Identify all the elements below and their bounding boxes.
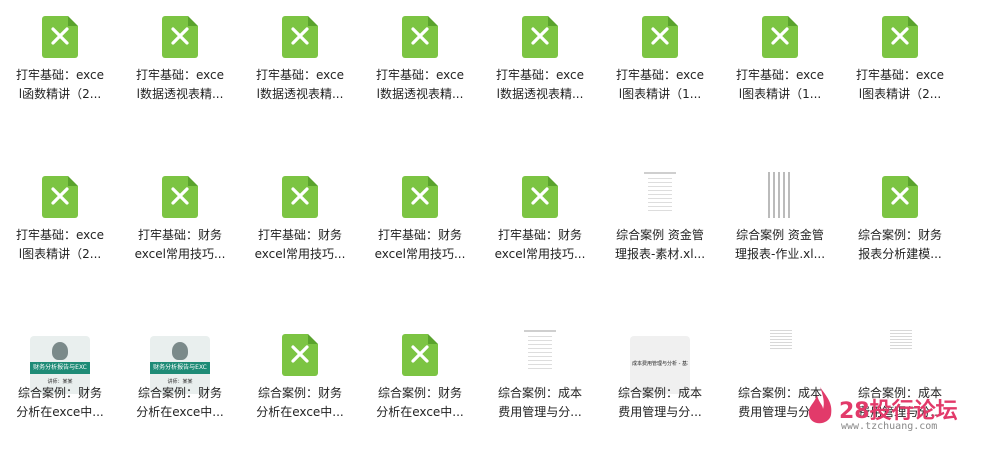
- excel-file-icon: [150, 12, 210, 72]
- file-name-label: 打牢基础：exce l数据透视表精...: [375, 68, 465, 101]
- excel-file-icon: [270, 12, 330, 72]
- file-item[interactable]: 打牢基础：exce l数据透视表精...: [120, 0, 240, 150]
- file-item[interactable]: 打牢基础：财务 excel常用技巧...: [480, 160, 600, 310]
- file-item[interactable]: 打牢基础：exce l数据透视表精...: [360, 0, 480, 150]
- file-item[interactable]: 打牢基础：exce l数据透视表精...: [240, 0, 360, 150]
- file-item[interactable]: 成本费用管理与分析 - 基本利综合案例：成本 费用管理与分...: [600, 318, 720, 468]
- file-name-label: 综合案例：财务 分析在exce中...: [256, 386, 344, 419]
- spreadsheet-thumbnail-icon: [510, 330, 570, 390]
- file-name-label: 打牢基础：exce l图表精讲（2...: [15, 228, 105, 261]
- report-cover-thumbnail: 财务分析报告与EXC 讲师：某某: [150, 330, 210, 394]
- file-name-label: 打牢基础：exce l图表精讲（1...: [615, 68, 705, 101]
- document-thumbnail-icon: [870, 330, 930, 390]
- file-item[interactable]: 综合案例：财务 分析在exce中...: [240, 318, 360, 468]
- file-item[interactable]: 打牢基础：exce l图表精讲（2...: [840, 0, 960, 150]
- excel-file-icon: [870, 12, 930, 72]
- spreadsheet-thumbnail-icon: [630, 172, 690, 232]
- file-item[interactable]: 打牢基础：exce l图表精讲（2...: [0, 160, 120, 310]
- document-thumbnail-icon: [750, 330, 810, 390]
- spreadsheet-thumbnail-icon: [750, 172, 810, 232]
- file-item[interactable]: 打牢基础：财务 excel常用技巧...: [240, 160, 360, 310]
- file-item[interactable]: 打牢基础：exce l图表精讲（1...: [720, 0, 840, 150]
- report-cover-thumbnail: 财务分析报告与EXC 讲师：某某: [30, 330, 90, 394]
- file-item[interactable]: 财务分析报告与EXC 讲师：某某 综合案例：财务 分析在exce中...: [120, 318, 240, 468]
- file-name-label: 打牢基础：exce l图表精讲（2...: [855, 68, 945, 101]
- file-name-label: 打牢基础：exce l数据透视表精...: [135, 68, 225, 101]
- file-name-label: 综合案例：财务 分析在exce中...: [16, 386, 104, 419]
- file-name-label: 打牢基础：exce l数据透视表精...: [255, 68, 345, 101]
- file-name-label: 打牢基础：财务 excel常用技巧...: [254, 228, 346, 261]
- file-name-label: 综合案例：财务 报表分析建模...: [857, 228, 942, 261]
- file-name-label: 综合案例 资金管 理报表-作业.xl...: [734, 228, 826, 261]
- file-item[interactable]: 打牢基础：exce l图表精讲（1...: [600, 0, 720, 150]
- watermark-url: www.tzchuang.com: [841, 421, 938, 432]
- file-name-label: 综合案例：财务 分析在exce中...: [376, 386, 464, 419]
- excel-file-icon: [510, 12, 570, 72]
- excel-file-icon: [390, 12, 450, 72]
- file-item[interactable]: 财务分析报告与EXC 讲师：某某 综合案例：财务 分析在exce中...: [0, 318, 120, 468]
- file-item[interactable]: 综合案例：成本 费用管理与分...: [480, 318, 600, 468]
- excel-file-icon: [390, 330, 450, 390]
- file-name-label: 综合案例：财务 分析在exce中...: [136, 386, 224, 419]
- file-name-label: 综合案例：成本 费用管理与分...: [497, 386, 582, 419]
- file-name-label: 打牢基础：exce l图表精讲（1...: [735, 68, 825, 101]
- flame-logo-icon: [808, 387, 832, 424]
- excel-file-icon: [510, 172, 570, 232]
- excel-file-icon: [150, 172, 210, 232]
- file-item[interactable]: 打牢基础：exce l函数精讲（2...: [0, 0, 120, 150]
- excel-file-icon: [30, 172, 90, 232]
- excel-file-icon: [270, 330, 330, 390]
- file-name-label: 综合案例：成本 费用管理与分...: [617, 386, 702, 419]
- excel-file-icon: [270, 172, 330, 232]
- watermark: 28投行论坛 www.tzchuang.com: [805, 383, 995, 443]
- slide-thumbnail: 成本费用管理与分析 - 基本利: [630, 330, 690, 394]
- file-item[interactable]: 打牢基础：财务 excel常用技巧...: [360, 160, 480, 310]
- file-name-label: 打牢基础：财务 excel常用技巧...: [374, 228, 466, 261]
- file-name-label: 打牢基础：财务 excel常用技巧...: [134, 228, 226, 261]
- excel-file-icon: [750, 12, 810, 72]
- file-item[interactable]: 打牢基础：财务 excel常用技巧...: [120, 160, 240, 310]
- file-item[interactable]: 综合案例 资金管 理报表-素材.xl...: [600, 160, 720, 310]
- file-item[interactable]: 打牢基础：exce l数据透视表精...: [480, 0, 600, 150]
- excel-file-icon: [390, 172, 450, 232]
- file-name-label: 综合案例 资金管 理报表-素材.xl...: [614, 228, 706, 261]
- excel-file-icon: [30, 12, 90, 72]
- excel-file-icon: [870, 172, 930, 232]
- file-name-label: 打牢基础：财务 excel常用技巧...: [494, 228, 586, 261]
- file-name-label: 打牢基础：exce l函数精讲（2...: [15, 68, 105, 101]
- excel-file-icon: [630, 12, 690, 72]
- file-item[interactable]: 综合案例 资金管 理报表-作业.xl...: [720, 160, 840, 310]
- file-item[interactable]: 综合案例：财务 报表分析建模...: [840, 160, 960, 310]
- file-item[interactable]: 综合案例：财务 分析在exce中...: [360, 318, 480, 468]
- file-name-label: 打牢基础：exce l数据透视表精...: [495, 68, 585, 101]
